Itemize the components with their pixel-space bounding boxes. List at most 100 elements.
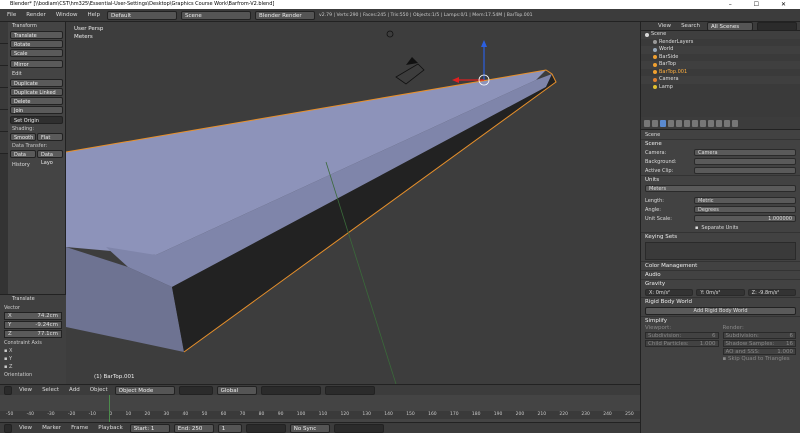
particles-tab-icon[interactable] bbox=[724, 119, 730, 127]
outliner-search-menu[interactable]: Search bbox=[678, 23, 703, 29]
subdivision-render-field[interactable]: Subdivision: 6 bbox=[722, 332, 796, 339]
menu-object[interactable]: Object bbox=[87, 387, 111, 393]
outliner-item-scene[interactable]: Scene bbox=[641, 31, 800, 39]
simplify-header[interactable]: Simplify bbox=[641, 316, 800, 325]
editor-type-icon[interactable] bbox=[4, 385, 12, 395]
menu-window[interactable]: Window bbox=[53, 12, 81, 18]
mode-select[interactable]: Object Mode bbox=[114, 385, 175, 395]
menu-view[interactable]: View bbox=[16, 387, 35, 393]
angle-select[interactable]: Degrees bbox=[694, 206, 796, 213]
constraint-z-checkbox[interactable]: ▪ Z bbox=[0, 364, 66, 370]
layers-tab-icon[interactable] bbox=[652, 119, 658, 127]
translate-button[interactable]: Translate bbox=[10, 31, 63, 39]
gravity-y-field[interactable]: Y: 0m/s² bbox=[696, 289, 745, 296]
join-button[interactable]: Join bbox=[10, 106, 63, 114]
separate-units-checkbox[interactable]: ▪ Separate Units bbox=[641, 223, 800, 232]
start-frame-field[interactable]: Start: 1 bbox=[129, 423, 170, 433]
current-frame-line[interactable] bbox=[109, 395, 110, 422]
keying-set-select[interactable] bbox=[333, 423, 384, 433]
history-panel-header[interactable]: History bbox=[0, 161, 65, 169]
shading-mode-select[interactable] bbox=[178, 385, 213, 395]
scale-button[interactable]: Scale bbox=[10, 49, 63, 57]
gravity-x-field[interactable]: X: 0m/s² bbox=[645, 289, 694, 296]
snap-controls[interactable] bbox=[324, 385, 375, 395]
menu-help[interactable]: Help bbox=[85, 12, 104, 18]
vector-z-field[interactable]: Z 77.1cm bbox=[4, 330, 62, 338]
properties-context-tabs[interactable] bbox=[641, 117, 800, 130]
orientation-select[interactable]: Global bbox=[216, 385, 257, 395]
menu-frame[interactable]: Frame bbox=[68, 425, 91, 431]
camera-field[interactable]: Camera bbox=[694, 149, 796, 156]
timeline-editor-icon[interactable] bbox=[4, 423, 12, 433]
3d-viewport[interactable]: User Persp Meters (1) BarTop.001 bbox=[66, 22, 640, 384]
layout-select[interactable]: Default bbox=[107, 10, 178, 20]
active-clip-field[interactable] bbox=[694, 167, 796, 174]
object-tab-icon[interactable] bbox=[676, 119, 682, 127]
menu-marker[interactable]: Marker bbox=[39, 425, 64, 431]
menu-render[interactable]: Render bbox=[23, 12, 49, 18]
timeline[interactable]: -50 -40 -30 -20 -10 0 10 20 30 40 50 60 70 80 90 100 110… bbox=[0, 395, 640, 422]
ao-sss-field[interactable]: AO and SSS: 1.000 bbox=[722, 348, 796, 355]
audio-header[interactable]: Audio bbox=[641, 270, 800, 279]
add-rigid-body-world-button[interactable]: Add Rigid Body World bbox=[645, 307, 796, 315]
keying-sets-list[interactable] bbox=[645, 242, 796, 260]
menu-view-timeline[interactable]: View bbox=[16, 425, 35, 431]
scene-select[interactable]: Scene bbox=[181, 10, 252, 20]
menu-playback[interactable]: Playback bbox=[95, 425, 126, 431]
vector-x-field[interactable]: X 74.2cm bbox=[4, 312, 62, 320]
end-frame-field[interactable]: End: 250 bbox=[173, 423, 214, 433]
render-tab-icon[interactable] bbox=[644, 119, 650, 127]
outliner-item-world[interactable]: World bbox=[641, 46, 800, 54]
texture-tab-icon[interactable] bbox=[716, 119, 722, 127]
duplicate-button[interactable]: Duplicate bbox=[10, 79, 63, 87]
child-particles-field[interactable]: Child Particles: 1.000 bbox=[645, 340, 719, 347]
outliner-item-renderlayers[interactable]: RenderLayers bbox=[641, 39, 800, 47]
unit-preset-select[interactable]: Meters bbox=[645, 185, 796, 192]
data-button[interactable]: Data bbox=[10, 150, 36, 158]
playback-controls[interactable] bbox=[245, 423, 286, 433]
shadow-samples-field[interactable]: Shadow Samples: 16 bbox=[722, 340, 796, 347]
sync-select[interactable]: No Sync bbox=[289, 423, 330, 433]
menu-add[interactable]: Add bbox=[66, 387, 83, 393]
rotate-button[interactable]: Rotate bbox=[10, 40, 63, 48]
outliner-item-camera[interactable]: Camera bbox=[641, 76, 800, 84]
outliner-item-barside[interactable]: BarSide bbox=[641, 54, 800, 62]
units-panel-header[interactable]: Units bbox=[641, 175, 800, 184]
outliner-item-lamp[interactable]: Lamp bbox=[641, 84, 800, 92]
data-layout-button[interactable]: Data Layo bbox=[37, 150, 63, 166]
color-management-header[interactable]: Color Management bbox=[641, 261, 800, 270]
smooth-button[interactable]: Smooth bbox=[10, 133, 36, 141]
constraint-y-checkbox[interactable]: ▪ Y bbox=[0, 356, 66, 362]
outliner-filter-select[interactable]: All Scenes bbox=[706, 21, 753, 31]
layer-buttons[interactable] bbox=[260, 385, 321, 395]
transform-panel-header[interactable]: Transform bbox=[0, 22, 65, 30]
physics-tab-icon[interactable] bbox=[732, 119, 738, 127]
menu-file[interactable]: File bbox=[4, 12, 19, 18]
gravity-z-field[interactable]: Z: -9.8m/s² bbox=[747, 289, 796, 296]
keying-sets-panel-header[interactable]: Keying Sets bbox=[641, 232, 800, 241]
constraint-x-checkbox[interactable]: ▪ X bbox=[0, 348, 66, 354]
modifiers-tab-icon[interactable] bbox=[692, 119, 698, 127]
subdivision-viewport-field[interactable]: Subdivision: 6 bbox=[645, 332, 719, 339]
menu-select[interactable]: Select bbox=[39, 387, 62, 393]
unit-scale-field[interactable]: 1.000000 bbox=[694, 215, 796, 222]
constraints-tab-icon[interactable] bbox=[684, 119, 690, 127]
outliner-item-bartop-001[interactable]: BarTop.001 bbox=[641, 69, 800, 77]
outliner-search-input[interactable] bbox=[756, 21, 797, 31]
outliner-view-menu[interactable]: View bbox=[655, 23, 674, 29]
gravity-header[interactable]: Gravity bbox=[641, 279, 800, 288]
edit-panel-header[interactable]: Edit bbox=[0, 70, 65, 78]
render-engine-select[interactable]: Blender Render bbox=[255, 10, 316, 20]
duplicate-linked-button[interactable]: Duplicate Linked bbox=[10, 88, 63, 96]
delete-button[interactable]: Delete bbox=[10, 97, 63, 105]
vector-y-field[interactable]: Y -9.24cm bbox=[4, 321, 62, 329]
rigid-body-world-header[interactable]: Rigid Body World bbox=[641, 297, 800, 306]
data-tab-icon[interactable] bbox=[700, 119, 706, 127]
background-field[interactable] bbox=[694, 158, 796, 165]
window-controls[interactable]: – ☐ ✕ bbox=[729, 0, 796, 9]
length-select[interactable]: Metric bbox=[694, 197, 796, 204]
outliner-item-bartop[interactable]: BarTop bbox=[641, 61, 800, 69]
current-frame-field[interactable]: 1 bbox=[217, 423, 242, 433]
mirror-button[interactable]: Mirror bbox=[10, 60, 63, 68]
world-tab-icon[interactable] bbox=[668, 119, 674, 127]
